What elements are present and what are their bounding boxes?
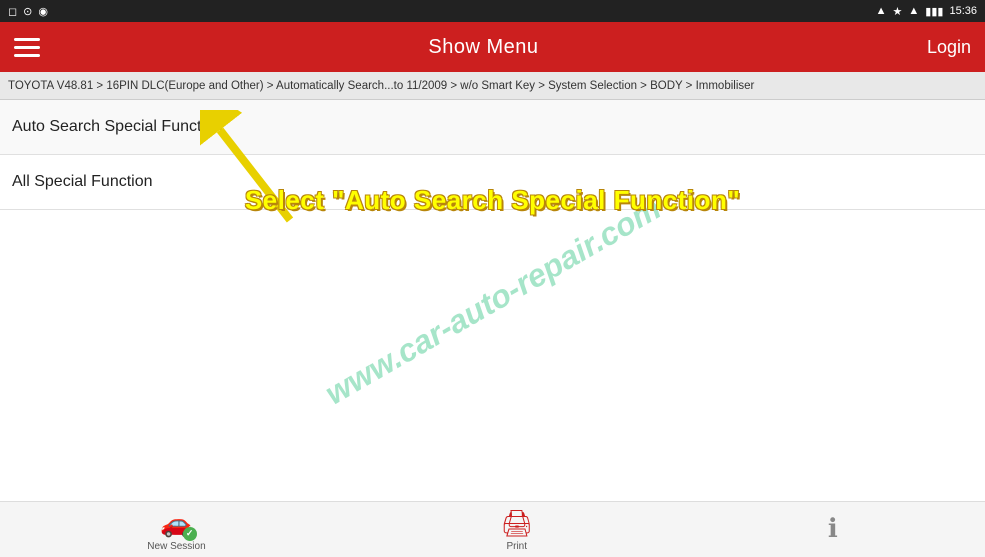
status-icon-1: ◻ xyxy=(8,5,17,18)
status-bar-right: ▲ ★ ▲ ▮▮▮ 15:36 xyxy=(876,5,977,18)
menu-item-label-auto-search: Auto Search Special Function xyxy=(12,118,223,135)
clock: 15:36 xyxy=(949,5,977,17)
info-icon: ℹ xyxy=(828,513,838,544)
bluetooth-icon: ★ xyxy=(893,5,903,18)
main-content: Auto Search Special Function All Special… xyxy=(0,100,985,501)
hamburger-menu-button[interactable] xyxy=(14,38,40,57)
menu-item-auto-search[interactable]: Auto Search Special Function xyxy=(0,100,985,155)
status-icon-2: ⊙ xyxy=(23,5,32,18)
nav-bar: Show Menu Login xyxy=(0,22,985,72)
wifi-icon: ▲ xyxy=(908,5,919,17)
breadcrumb-text: TOYOTA V48.81 > 16PIN DLC(Europe and Oth… xyxy=(8,80,754,92)
battery-icon: ▮▮▮ xyxy=(925,5,943,18)
status-bar-left-icons: ◻ ⊙ ◉ xyxy=(8,5,48,18)
status-bar: ◻ ⊙ ◉ ▲ ★ ▲ ▮▮▮ 15:36 xyxy=(0,0,985,22)
login-button[interactable]: Login xyxy=(927,37,971,58)
watermark: www.car-auto-repair.com xyxy=(318,189,667,412)
print-label: Print xyxy=(506,541,527,552)
menu-item-label-all-special: All Special Function xyxy=(12,173,153,190)
car-icon-wrap: 🚗 ✓ xyxy=(160,508,192,539)
new-session-button[interactable]: 🚗 ✓ New Session xyxy=(147,508,205,552)
menu-item-all-special[interactable]: All Special Function xyxy=(0,155,985,210)
info-button[interactable]: ℹ xyxy=(828,513,838,546)
new-session-label: New Session xyxy=(147,541,205,552)
signal-icon: ▲ xyxy=(876,5,887,17)
status-icon-3: ◉ xyxy=(38,5,48,18)
nav-title: Show Menu xyxy=(428,36,538,59)
print-icon: 🖨 xyxy=(500,508,533,539)
bottom-bar: 🚗 ✓ New Session 🖨 Print ℹ xyxy=(0,501,985,557)
breadcrumb: TOYOTA V48.81 > 16PIN DLC(Europe and Oth… xyxy=(0,72,985,100)
print-button[interactable]: 🖨 Print xyxy=(500,508,533,552)
check-badge: ✓ xyxy=(183,527,197,541)
